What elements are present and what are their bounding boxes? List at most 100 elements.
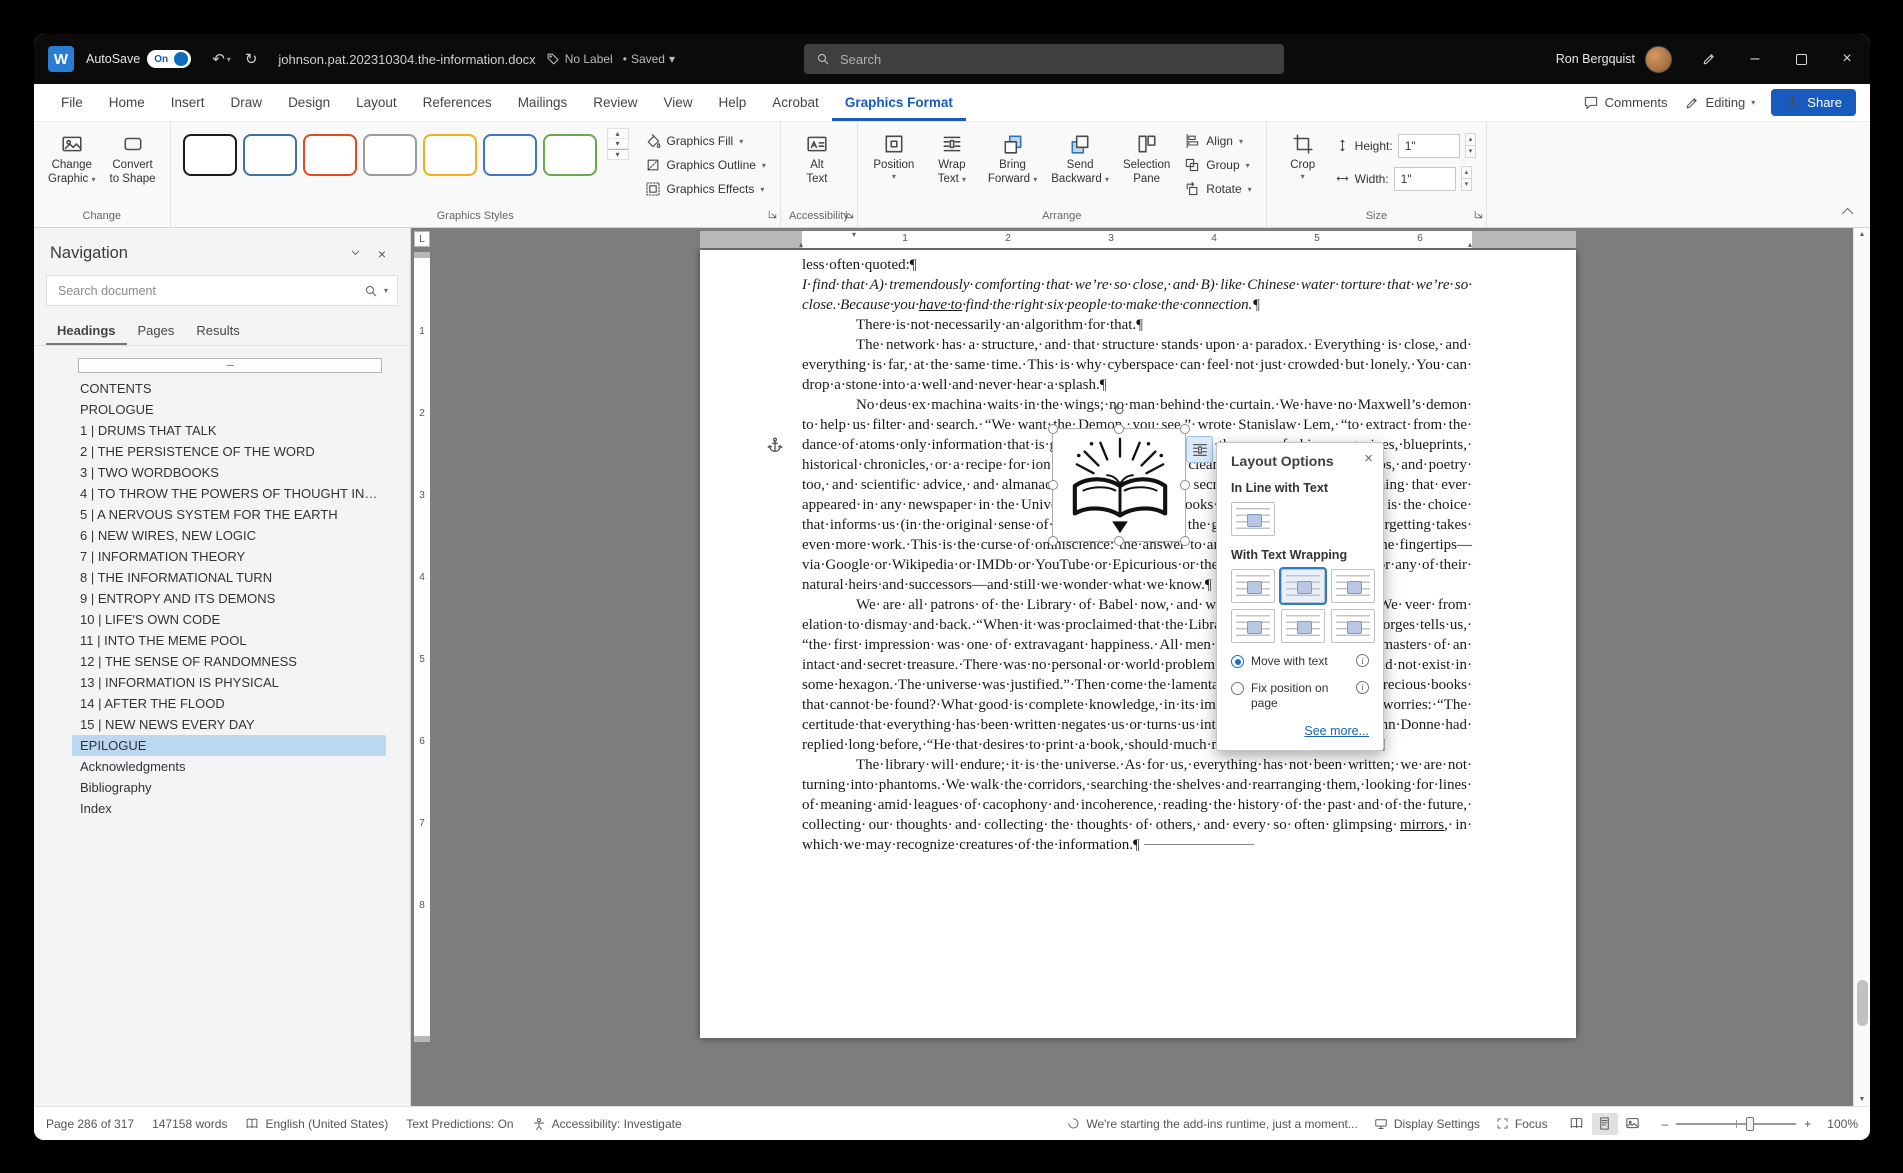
close-button[interactable]: × [1824,34,1870,84]
graphics-effects-button[interactable]: Graphics Effects ▾ [639,178,772,200]
editing-mode-button[interactable]: Editing ▾ [1684,95,1756,111]
position-button[interactable]: Position ▾ [866,128,922,184]
tab-stop-selector[interactable]: L [414,231,430,247]
graphics-style-swatch[interactable] [363,134,417,176]
scrollbar-thumb[interactable] [1857,980,1868,1026]
accessibility-status[interactable]: Accessibility: Investigate [532,1117,682,1131]
wrap-option[interactable] [1281,569,1325,603]
comments-button[interactable]: Comments [1583,95,1668,111]
heading-item[interactable]: EPILOGUE [72,735,386,756]
dialog-launcher-button[interactable] [767,209,778,223]
web-layout-button[interactable] [1620,1113,1646,1135]
height-input[interactable]: 1" [1398,134,1460,158]
word-count[interactable]: 147158 words [152,1117,227,1131]
wrap-option[interactable] [1331,609,1375,643]
resize-handle[interactable] [1114,536,1124,546]
selected-graphic[interactable]: ↻ [1052,428,1186,542]
resize-handle[interactable] [1114,424,1124,434]
page-indicator[interactable]: Page 286 of 317 [46,1117,134,1131]
heading-item[interactable]: 3 | TWO WORDBOOKS [72,462,386,483]
ribbon-tab[interactable]: Insert [158,84,218,121]
height-stepper[interactable]: ▴▾ [1465,133,1477,158]
fix-position-option[interactable]: Fix position on page i [1231,681,1369,712]
collapse-ribbon-button[interactable] [1842,205,1856,219]
heading-item[interactable]: 5 | A NERVOUS SYSTEM FOR THE EARTH [72,504,386,525]
vertical-ruler[interactable]: 12345678 [414,252,430,1042]
heading-item[interactable]: 2 | THE PERSISTENCE OF THE WORD [72,441,386,462]
document-search-box[interactable]: ▾ [46,275,398,306]
gallery-more-button[interactable]: ▾ [608,149,628,159]
graphics-style-swatch[interactable] [303,134,357,176]
zoom-slider-knob[interactable] [1746,1117,1754,1131]
info-icon[interactable]: i [1356,654,1369,667]
convert-to-shape-button[interactable]: Convert to Shape [104,128,162,189]
close-pane-button[interactable]: × [370,246,394,262]
user-name[interactable]: Ron Bergquist [1556,52,1635,66]
heading-item[interactable]: 9 | ENTROPY AND ITS DEMONS [72,588,386,609]
layout-options-button[interactable] [1186,436,1213,463]
graphics-style-swatch[interactable] [423,134,477,176]
page[interactable]: less· often· quoted:¶ I· find· that· A)·… [700,250,1576,1038]
graphics-style-swatch[interactable] [183,134,237,176]
heading-item[interactable]: 7 | INFORMATION THEORY [72,546,386,567]
selection-pane-button[interactable]: Selection Pane [1117,128,1176,189]
vertical-scrollbar[interactable]: ▲ ▼ [1853,228,1870,1106]
document-text[interactable]: less· often· quoted:¶ I· find· that· A)·… [700,250,1576,855]
ink-pen-button[interactable] [1686,34,1732,84]
ribbon-tab[interactable]: Help [706,84,760,121]
heading-item[interactable]: 14 | AFTER THE FLOOD [72,693,386,714]
proofing-language[interactable]: English (United States) [245,1117,388,1131]
bring-forward-button[interactable]: Bring Forward ▾ [982,128,1043,189]
width-input[interactable]: 1" [1394,167,1456,191]
pane-options-button[interactable] [341,246,370,262]
heading-item[interactable]: 6 | NEW WIRES, NEW LOGIC [72,525,386,546]
right-indent-marker[interactable]: ▴ [1468,240,1472,249]
display-settings-button[interactable]: Display Settings [1374,1117,1480,1131]
heading-item[interactable]: Bibliography [72,777,386,798]
ribbon-tab[interactable]: Design [275,84,343,121]
resize-handle[interactable] [1048,424,1058,434]
ribbon-tab[interactable]: Graphics Format [832,84,966,121]
autosave-toggle[interactable]: On [147,50,191,68]
graphics-outline-button[interactable]: Graphics Outline ▾ [639,154,772,176]
chevron-down-icon[interactable]: ▾ [384,286,388,295]
radio-selected-icon[interactable] [1231,655,1244,668]
left-indent-marker[interactable]: ▴ [799,240,803,249]
first-line-indent-marker[interactable]: ▾ [852,230,856,239]
graphics-style-swatch[interactable] [543,134,597,176]
crop-button[interactable]: Crop ▾ [1275,128,1331,184]
graphics-fill-button[interactable]: Graphics Fill ▾ [639,130,772,152]
zoom-in-button[interactable]: + [1804,1117,1811,1131]
ribbon-tab[interactable]: Review [580,84,650,121]
heading-item[interactable]: 10 | LIFE'S OWN CODE [72,609,386,630]
resize-handle[interactable] [1180,424,1190,434]
redo-button[interactable]: ↻ [238,50,265,68]
move-with-text-option[interactable]: Move with text i [1231,654,1369,670]
resize-handle[interactable] [1180,536,1190,546]
alt-text-button[interactable]: Alt Text [789,128,845,189]
heading-item[interactable]: 11 | INTO THE MEME POOL [72,630,386,651]
ribbon-tab[interactable]: View [650,84,705,121]
gallery-up-button[interactable]: ▴ [608,129,628,139]
heading-item[interactable]: CONTENTS [72,378,386,399]
minimize-button[interactable]: – [1732,34,1778,84]
wrap-option[interactable] [1231,609,1275,643]
word-logo[interactable]: W [48,46,74,72]
ribbon-tab[interactable]: References [410,84,505,121]
scroll-down-button[interactable]: ▼ [1854,1096,1870,1103]
ribbon-tab[interactable]: Layout [343,84,410,121]
align-button[interactable]: Align ▾ [1178,130,1257,152]
heading-item-blank[interactable] [78,358,382,373]
heading-item[interactable]: Index [72,798,386,819]
navigation-tab[interactable]: Results [185,316,250,345]
graphics-style-swatch[interactable] [483,134,537,176]
rotate-handle[interactable]: ↻ [1113,402,1125,419]
change-graphic-button[interactable]: Change Graphic ▾ [42,128,102,189]
resize-handle[interactable] [1048,480,1058,490]
wrap-option-in-line-with-text[interactable] [1231,502,1275,536]
close-popup-button[interactable]: × [1364,450,1373,467]
group-button[interactable]: Group ▾ [1178,154,1257,176]
ribbon-tab[interactable]: Draw [218,84,276,121]
wrap-option[interactable] [1281,609,1325,643]
heading-item[interactable]: 12 | THE SENSE OF RANDOMNESS [72,651,386,672]
